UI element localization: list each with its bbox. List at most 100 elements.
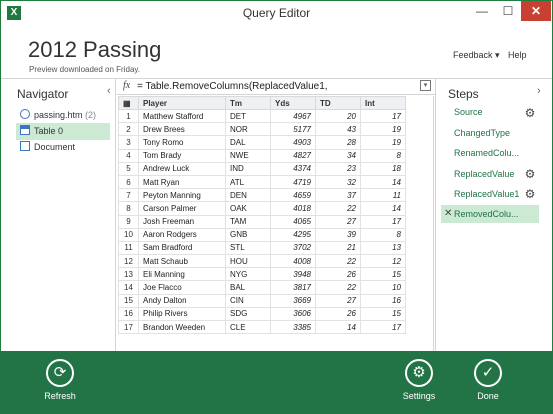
step-settings-gear-icon[interactable]: ⚙ — [524, 107, 536, 119]
table-cell[interactable]: TAM — [225, 214, 271, 229]
table-row[interactable]: 1 Matthew Stafford DET 4967 20 17 — [118, 108, 406, 124]
table-cell[interactable]: NYG — [225, 267, 271, 282]
table-cell[interactable]: 34 — [315, 148, 361, 163]
navigator-collapse-button[interactable]: ‹ — [107, 85, 111, 97]
table-cell[interactable]: 19 — [360, 122, 406, 137]
table-cell[interactable]: 18 — [360, 161, 406, 176]
table-row[interactable]: 8 Carson Palmer OAK 4018 22 14 — [118, 201, 406, 216]
table-row[interactable]: 7 Peyton Manning DEN 4659 37 11 — [118, 188, 406, 203]
formula-text[interactable]: = Table.RemoveColumns(ReplacedValue1, — [137, 81, 328, 92]
table-row[interactable]: 9 Josh Freeman TAM 4065 27 17 — [118, 214, 406, 229]
table-cell[interactable]: 27 — [315, 214, 361, 229]
table-cell[interactable]: 3817 — [270, 280, 316, 295]
table-cell[interactable]: 4008 — [270, 254, 316, 269]
table-cell[interactable]: 15 — [360, 306, 406, 322]
table-cell[interactable]: 20 — [315, 108, 361, 124]
column-header-td[interactable]: TD — [315, 96, 361, 110]
table-cell[interactable]: Matthew Stafford — [138, 108, 226, 124]
table-cell[interactable]: 4719 — [270, 174, 316, 190]
table-cell[interactable]: Philip Rivers — [138, 306, 226, 322]
refresh-button[interactable]: ⟳ Refresh — [30, 351, 90, 414]
feedback-menu[interactable]: Feedback ▾ — [453, 50, 500, 61]
table-cell[interactable]: Eli Manning — [138, 267, 226, 282]
table-cell[interactable]: Tony Romo — [138, 135, 226, 150]
table-cell[interactable]: 17 — [360, 214, 406, 229]
table-cell[interactable]: 4065 — [270, 214, 316, 229]
table-cell[interactable]: 15 — [360, 267, 406, 282]
done-button[interactable]: ✓ Done — [458, 351, 518, 414]
table-cell[interactable]: 22 — [315, 280, 361, 295]
maximize-button[interactable]: ☐ — [495, 1, 521, 21]
table-cell[interactable]: 37 — [315, 188, 361, 203]
step-renamed-columns[interactable]: RenamedColu... — [441, 144, 539, 162]
table-cell[interactable]: 4018 — [270, 201, 316, 216]
table-cell[interactable]: 43 — [315, 122, 361, 137]
table-cell[interactable]: Tom Brady — [138, 148, 226, 163]
table-cell[interactable]: 14 — [360, 174, 406, 190]
table-cell[interactable]: 8 — [360, 227, 406, 242]
table-cell[interactable]: 16 — [360, 293, 406, 308]
table-row[interactable]: 4 Tom Brady NWE 4827 34 8 — [118, 148, 406, 163]
delete-step-icon[interactable]: ✕ — [444, 205, 452, 223]
table-cell[interactable]: 4827 — [270, 148, 316, 163]
table-cell[interactable]: Matt Schaub — [138, 254, 226, 269]
column-header-tm[interactable]: Tm — [225, 96, 271, 110]
table-cell[interactable]: BAL — [225, 280, 271, 295]
table-cell[interactable]: ATL — [225, 174, 271, 190]
help-link[interactable]: Help — [508, 50, 527, 60]
table-cell[interactable]: 17 — [360, 108, 406, 124]
table-cell[interactable]: 4374 — [270, 161, 316, 176]
table-cell[interactable]: HOU — [225, 254, 271, 269]
table-cell[interactable]: Carson Palmer — [138, 201, 226, 216]
table-row[interactable]: 5 Andrew Luck IND 4374 23 18 — [118, 161, 406, 176]
table-cell[interactable]: CIN — [225, 293, 271, 308]
table-cell[interactable]: Drew Brees — [138, 122, 226, 137]
table-cell[interactable]: CLE — [225, 319, 271, 335]
table-cell[interactable]: DET — [225, 108, 271, 124]
table-cell[interactable]: 10 — [360, 280, 406, 295]
step-settings-gear-icon[interactable]: ⚙ — [524, 168, 536, 180]
table-cell[interactable]: 4967 — [270, 108, 316, 124]
table-row[interactable]: 12 Matt Schaub HOU 4008 22 12 — [118, 254, 406, 269]
nav-item-passing-htm[interactable]: passing.htm (2) — [16, 107, 110, 124]
table-cell[interactable]: Peyton Manning — [138, 188, 226, 203]
table-cell[interactable]: 14 — [315, 319, 361, 335]
table-row[interactable]: 14 Joe Flacco BAL 3817 22 10 — [118, 280, 406, 295]
table-cell[interactable]: 23 — [315, 161, 361, 176]
table-cell[interactable]: STL — [225, 240, 271, 256]
table-cell[interactable]: DAL — [225, 135, 271, 150]
close-button[interactable]: ✕ — [521, 1, 551, 21]
table-cell[interactable]: Andy Dalton — [138, 293, 226, 308]
table-cell[interactable]: 19 — [360, 135, 406, 150]
table-cell[interactable]: 3669 — [270, 293, 316, 308]
nav-item-table-0[interactable]: Table 0 — [16, 123, 110, 140]
table-row[interactable]: 15 Andy Dalton CIN 3669 27 16 — [118, 293, 406, 308]
table-cell[interactable]: IND — [225, 161, 271, 176]
table-row[interactable]: 16 Philip Rivers SDG 3606 26 15 — [118, 306, 406, 322]
table-cell[interactable]: 4295 — [270, 227, 316, 242]
table-cell[interactable]: Matt Ryan — [138, 174, 226, 190]
table-cell[interactable]: 3702 — [270, 240, 316, 256]
table-cell[interactable]: NOR — [225, 122, 271, 137]
table-cell[interactable]: 4903 — [270, 135, 316, 150]
minimize-button[interactable]: — — [469, 1, 495, 21]
table-cell[interactable]: Aaron Rodgers — [138, 227, 226, 242]
table-cell[interactable]: 13 — [360, 240, 406, 256]
table-cell[interactable]: Andrew Luck — [138, 161, 226, 176]
table-row[interactable]: 10 Aaron Rodgers GNB 4295 39 8 — [118, 227, 406, 242]
table-cell[interactable]: Brandon Weeden — [138, 319, 226, 335]
table-cell[interactable]: 14 — [360, 201, 406, 216]
table-menu-corner[interactable]: ▦ — [118, 96, 139, 110]
table-cell[interactable]: 3606 — [270, 306, 316, 322]
nav-item-document[interactable]: Document — [16, 139, 110, 156]
steps-collapse-button[interactable]: › — [537, 85, 541, 97]
table-row[interactable]: 11 Sam Bradford STL 3702 21 13 — [118, 240, 406, 256]
column-header-yds[interactable]: Yds — [270, 96, 316, 110]
table-cell[interactable]: 28 — [315, 135, 361, 150]
table-cell[interactable]: 39 — [315, 227, 361, 242]
table-cell[interactable]: 26 — [315, 267, 361, 282]
table-cell[interactable]: 22 — [315, 201, 361, 216]
table-row[interactable]: 17 Brandon Weeden CLE 3385 14 17 — [118, 319, 406, 335]
table-cell[interactable]: OAK — [225, 201, 271, 216]
column-header-player[interactable]: Player — [138, 96, 226, 110]
